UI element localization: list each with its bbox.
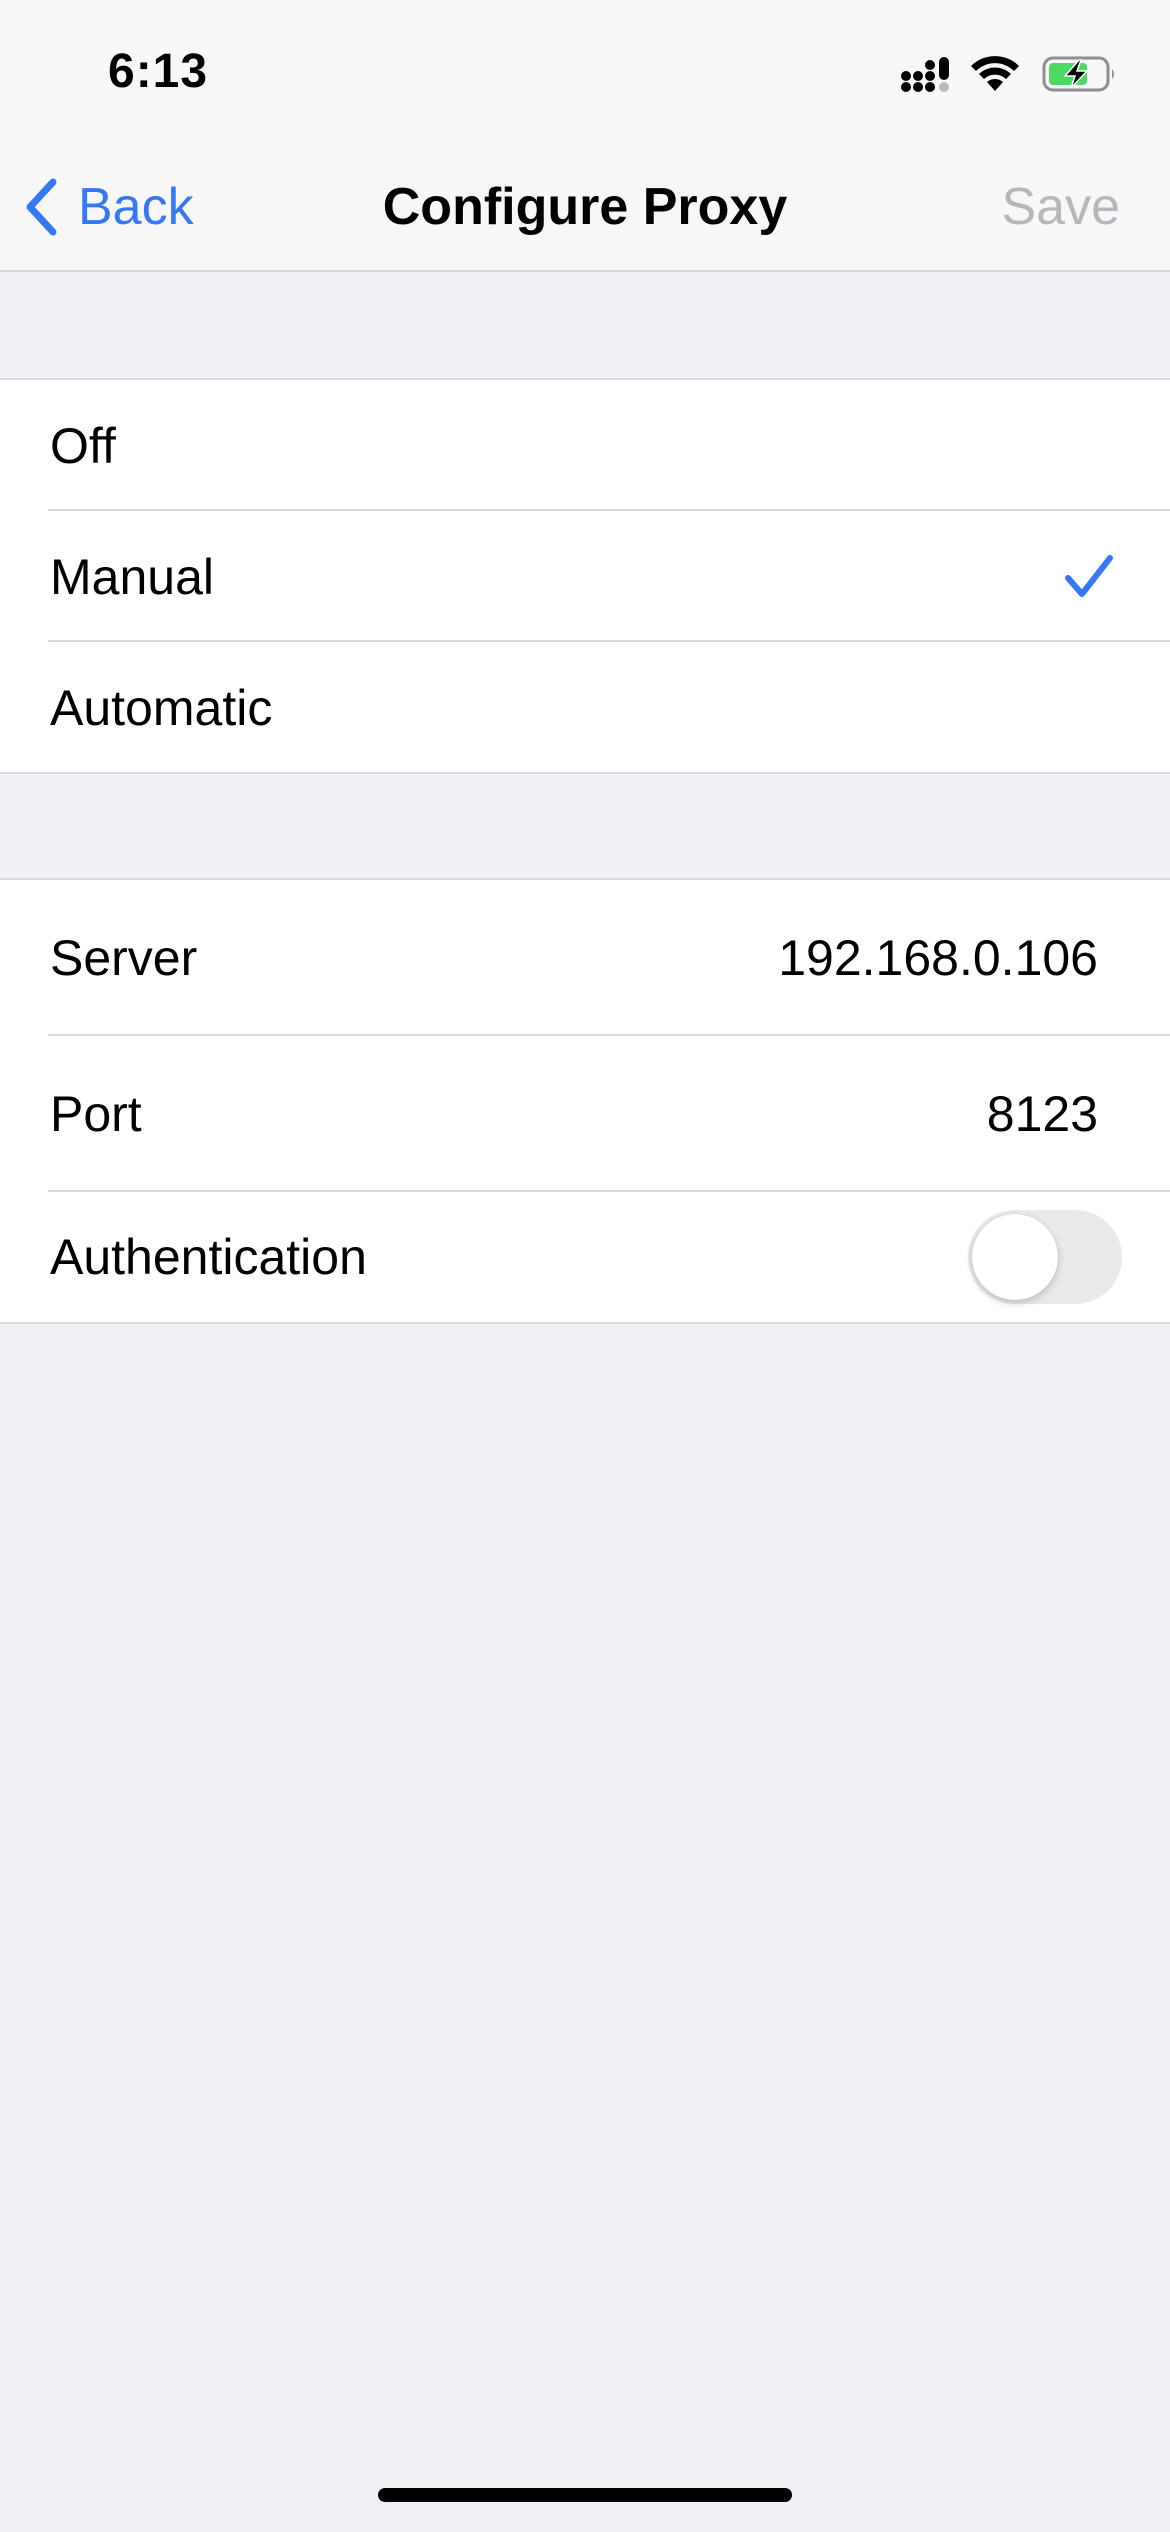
checkmark-icon	[1065, 554, 1113, 597]
save-button[interactable]: Save	[1001, 172, 1120, 242]
authentication-row: Authentication	[0, 1192, 1170, 1322]
mode-option-automatic[interactable]: Automatic	[0, 642, 1170, 773]
cellular-signal-icon	[901, 57, 949, 92]
server-label: Server	[50, 930, 198, 986]
server-field[interactable]: 192.168.0.106	[778, 929, 1098, 987]
port-field[interactable]: 8123	[987, 1085, 1098, 1143]
proxy-settings-group: Server 192.168.0.106 Port 8123 Authentic…	[0, 878, 1170, 1324]
server-row[interactable]: Server 192.168.0.106	[0, 880, 1170, 1036]
status-icons	[900, 50, 1118, 98]
chevron-left-icon	[26, 178, 57, 236]
battery-charging-icon	[1042, 56, 1114, 92]
port-row[interactable]: Port 8123	[0, 1036, 1170, 1192]
back-button[interactable]: Back	[24, 172, 194, 242]
status-time: 6:13	[108, 45, 209, 98]
top-bar: 6:13 Back Configure Proxy Save	[0, 0, 1170, 272]
mode-option-label: Automatic	[50, 679, 273, 736]
toggle-knob	[972, 1214, 1058, 1300]
back-label: Back	[78, 178, 194, 236]
port-label: Port	[50, 1086, 142, 1142]
proxy-mode-group: Off Manual Automatic	[0, 378, 1170, 774]
mode-option-off[interactable]: Off	[0, 380, 1170, 511]
configure-proxy-screen: 6:13 Back Configure Proxy Save Off Manua…	[0, 0, 1170, 2532]
home-indicator[interactable]	[378, 2488, 792, 2502]
authentication-toggle[interactable]	[968, 1210, 1122, 1304]
mode-option-label: Off	[50, 417, 116, 474]
authentication-label: Authentication	[50, 1229, 367, 1285]
mode-option-manual[interactable]: Manual	[0, 511, 1170, 642]
wifi-icon	[971, 56, 1019, 91]
mode-option-label: Manual	[50, 548, 214, 605]
